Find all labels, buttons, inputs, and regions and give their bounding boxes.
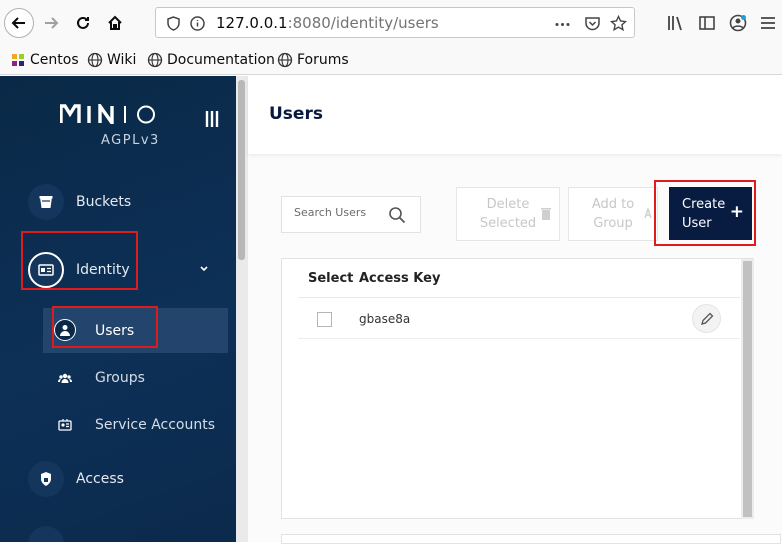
browser-toolbar: 127.0.0.1:8080/identity/users [0,0,782,46]
reload-icon [77,16,89,29]
home-icon [108,15,122,30]
sidebar-item-buckets[interactable]: Buckets [76,194,131,210]
column-access-key[interactable]: Access Key [359,271,440,286]
table-header: Select Access Key [298,259,740,298]
search-users-box[interactable] [281,196,421,233]
trash-icon [541,208,551,220]
pencil-icon [700,312,713,325]
pocket-icon[interactable] [584,15,601,32]
back-button[interactable] [4,8,34,38]
chevron-down-icon[interactable] [199,265,209,273]
highlight-identity [21,231,138,290]
bucket-icon [39,196,53,208]
arrow-right-icon [45,17,59,29]
edit-user-button[interactable] [692,304,721,333]
reload-button[interactable] [68,8,98,38]
group-add-icon [644,207,652,219]
hamburger-menu-icon[interactable] [758,13,778,33]
highlight-create-user [654,180,756,246]
globe-icon [277,52,293,68]
centos-icon [12,54,24,66]
lock-icon [41,472,51,486]
buckets-icon-wrap[interactable] [28,184,64,220]
service-account-icon [58,419,72,431]
table-row[interactable]: gbase8a [298,299,740,339]
column-select: Select [308,271,354,286]
delete-selected-button[interactable]: Delete Selected [456,187,560,241]
next-item-icon-wrap[interactable] [28,526,64,542]
search-icon[interactable] [388,206,406,224]
forward-button[interactable] [36,8,66,38]
main-content: Users Delete Selected Add to Group Creat… [248,76,782,544]
sidebar-scrollbar-thumb[interactable] [238,80,245,260]
collapse-sidebar-icon[interactable] [205,110,221,128]
bookmark-wiki[interactable]: Wiki [87,50,136,70]
page-title: Users [269,104,323,124]
access-icon-wrap[interactable] [28,461,64,497]
bookmark-forums[interactable]: Forums [277,50,349,70]
add-to-group-button[interactable]: Add to Group [568,187,658,241]
library-icon[interactable] [666,13,686,33]
search-users-input[interactable] [294,206,394,219]
users-table: Select Access Key gbase8a [281,258,754,519]
url-text: 127.0.0.1:8080/identity/users [216,14,439,32]
url-bar[interactable]: 127.0.0.1:8080/identity/users [155,7,635,38]
more-dots-icon[interactable] [554,16,571,33]
bottom-card [281,534,781,544]
arrow-left-icon [11,17,25,29]
bookmarks-bar: Centos Wiki Documentation Forums [0,46,782,75]
license-label: AGPLv3 [101,133,160,148]
groups-icon [58,373,72,383]
table-scrollbar[interactable] [741,259,754,519]
reader-sidebar-icon[interactable] [697,13,717,33]
sidebar-item-service-accounts[interactable]: Service Accounts [95,417,215,433]
account-icon[interactable] [728,13,748,33]
row-select-checkbox[interactable] [317,312,332,327]
sidebar-scrollbar[interactable] [236,76,248,542]
globe-icon [87,52,103,68]
highlight-users [52,306,158,348]
star-icon[interactable] [610,15,627,32]
home-button[interactable] [100,8,130,38]
sidebar-item-groups[interactable]: Groups [95,370,145,386]
minio-logo [60,104,155,124]
bookmark-centos[interactable]: Centos [10,50,79,70]
globe-icon [147,52,163,68]
access-key-cell[interactable]: gbase8a [359,312,410,326]
info-icon [190,16,205,31]
shield-icon [167,16,180,31]
table-scrollbar-thumb[interactable] [743,261,752,517]
page-header: Users [248,76,782,154]
sidebar-item-access[interactable]: Access [76,471,124,487]
bookmark-documentation[interactable]: Documentation [147,50,275,70]
